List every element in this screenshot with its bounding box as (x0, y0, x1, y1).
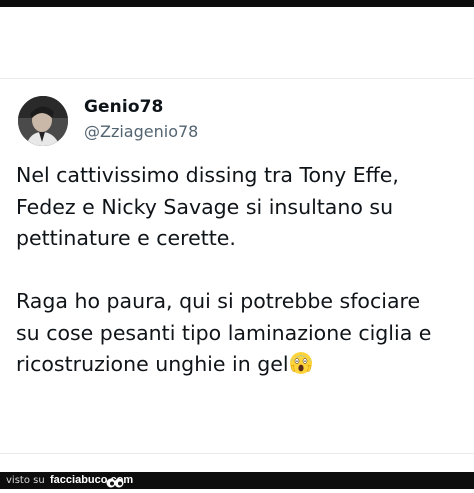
screaming-face-emoji-icon (289, 351, 313, 375)
tweet-text: Nel cattivissimo dissing tra Tony Effe, … (16, 160, 466, 381)
avatar[interactable] (18, 96, 68, 146)
visto-su-label: visto su (6, 475, 45, 486)
display-name[interactable]: Genio78 (84, 97, 163, 117)
avatar-image (18, 96, 68, 146)
tweet-body: Nel cattivissimo dissing tra Tony Effe, … (16, 163, 432, 376)
eyes-logo-icon (106, 474, 124, 488)
footer-bar: visto su facciabuco.com (0, 472, 474, 489)
user-handle[interactable]: @Zziagenio78 (84, 122, 198, 141)
top-bar (0, 0, 474, 7)
